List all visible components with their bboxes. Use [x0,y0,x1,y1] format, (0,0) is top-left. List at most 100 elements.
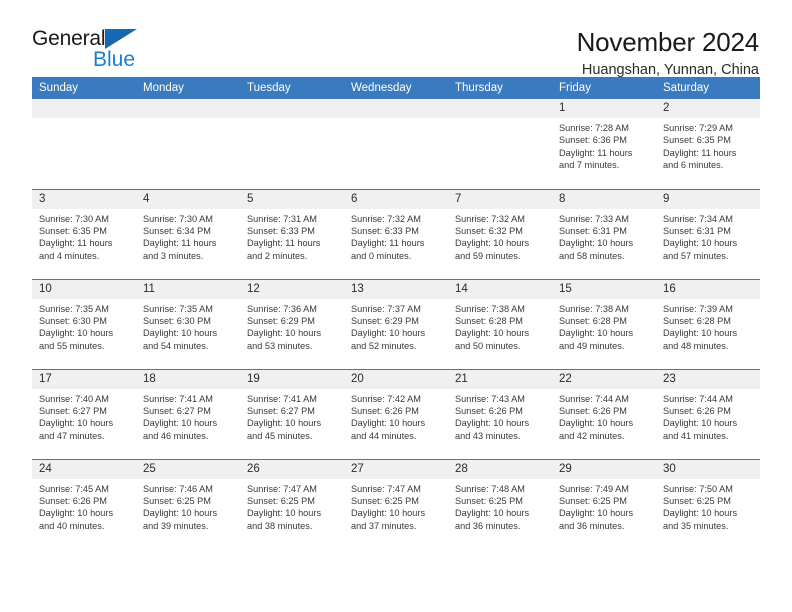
calendar-day-cell[interactable]: 9 Sunrise: 7:34 AM Sunset: 6:31 PM Daylight… [656,188,760,279]
day-details: Sunrise: 7:48 AM Sunset: 6:25 PM Daylight:… [448,479,552,533]
sunset-text: Sunset: 6:31 PM [559,225,627,236]
sunrise-text: Sunrise: 7:47 AM [247,483,317,494]
calendar-day-cell[interactable]: 5 Sunrise: 7:31 AM Sunset: 6:33 PM Daylight… [240,188,344,279]
calendar-day-cell[interactable]: 19 Sunrise: 7:41 AM Sunset: 6:27 PM Dayligh… [240,368,344,459]
sunrise-text: Sunrise: 7:43 AM [455,393,525,404]
sunset-text: Sunset: 6:33 PM [351,225,419,236]
day-number: 6 [344,189,448,209]
general-blue-logo[interactable]: General Blue [32,28,192,84]
sunrise-text: Sunrise: 7:45 AM [39,483,109,494]
day-number: 22 [552,369,656,389]
calendar-day-cell[interactable]: 21 Sunrise: 7:43 AM Sunset: 6:26 PM Dayligh… [448,368,552,459]
calendar-day-cell[interactable]: 11 Sunrise: 7:35 AM Sunset: 6:30 PM Dayligh… [136,278,240,369]
day-details: Sunrise: 7:41 AM Sunset: 6:27 PM Daylight:… [136,389,240,443]
calendar-day-cell[interactable]: 8 Sunrise: 7:33 AM Sunset: 6:31 PM Daylight… [552,188,656,279]
day-number [136,99,240,118]
day-number [32,99,136,118]
calendar-week-row: 3 Sunrise: 7:30 AM Sunset: 6:35 PM Daylight… [32,188,760,279]
calendar-day-cell[interactable]: 22 Sunrise: 7:44 AM Sunset: 6:26 PM Dayligh… [552,368,656,459]
day-number: 9 [656,189,760,209]
sunrise-text: Sunrise: 7:42 AM [351,393,421,404]
sunrise-text: Sunrise: 7:48 AM [455,483,525,494]
daylight-text: Daylight: 10 hours and 54 minutes. [143,328,218,351]
calendar-day-cell[interactable]: 15 Sunrise: 7:38 AM Sunset: 6:28 PM Dayligh… [552,278,656,369]
calendar-day-cell[interactable]: 4 Sunrise: 7:30 AM Sunset: 6:34 PM Daylight… [136,188,240,279]
sunset-text: Sunset: 6:25 PM [663,495,731,506]
day-number: 29 [552,459,656,479]
daylight-text: Daylight: 10 hours and 46 minutes. [143,418,218,441]
sunrise-text: Sunrise: 7:29 AM [663,123,733,133]
sunset-text: Sunset: 6:33 PM [247,225,315,236]
calendar-day-cell[interactable]: 28 Sunrise: 7:48 AM Sunset: 6:25 PM Dayligh… [448,458,552,549]
day-details: Sunrise: 7:35 AM Sunset: 6:30 PM Daylight:… [136,299,240,353]
sunset-text: Sunset: 6:25 PM [351,495,419,506]
day-details: Sunrise: 7:34 AM Sunset: 6:31 PM Daylight:… [656,209,760,263]
sunrise-sunset-calendar: Sunday Monday Tuesday Wednesday Thursday Frid… [32,77,760,549]
weekday-header-thursday: Thursday [448,77,552,99]
calendar-day-cell[interactable]: 20 Sunrise: 7:42 AM Sunset: 6:26 PM Dayligh… [344,368,448,459]
sunset-text: Sunset: 6:25 PM [455,495,523,506]
calendar-day-cell[interactable]: 24 Sunrise: 7:45 AM Sunset: 6:26 PM Dayligh… [32,458,136,549]
day-details: Sunrise: 7:41 AM Sunset: 6:27 PM Daylight:… [240,389,344,443]
sunrise-text: Sunrise: 7:38 AM [559,303,629,314]
calendar-day-cell[interactable]: 13 Sunrise: 7:37 AM Sunset: 6:29 PM Dayligh… [344,278,448,369]
day-number: 21 [448,369,552,389]
calendar-week-row: 10 Sunrise: 7:35 AM Sunset: 6:30 PM Dayligh… [32,278,760,369]
daylight-text: Daylight: 11 hours and 6 minutes. [663,147,737,171]
day-number: 3 [32,189,136,209]
day-number: 18 [136,369,240,389]
sunrise-text: Sunrise: 7:30 AM [143,213,213,224]
sunset-text: Sunset: 6:26 PM [39,495,107,506]
calendar-day-cell[interactable]: 27 Sunrise: 7:47 AM Sunset: 6:25 PM Dayligh… [344,458,448,549]
sunrise-text: Sunrise: 7:35 AM [39,303,109,314]
day-number: 2 [656,99,760,118]
calendar-day-cell[interactable]: 1 Sunrise: 7:28 AM Sunset: 6:36 PM Daylight… [552,99,656,189]
daylight-text: Daylight: 10 hours and 45 minutes. [247,418,322,441]
sunset-text: Sunset: 6:27 PM [143,405,211,416]
calendar-day-cell[interactable]: 12 Sunrise: 7:36 AM Sunset: 6:29 PM Dayligh… [240,278,344,369]
calendar-day-cell[interactable]: 25 Sunrise: 7:46 AM Sunset: 6:25 PM Dayligh… [136,458,240,549]
sunrise-text: Sunrise: 7:35 AM [143,303,213,314]
daylight-text: Daylight: 10 hours and 52 minutes. [351,328,426,351]
day-details: Sunrise: 7:30 AM Sunset: 6:34 PM Daylight:… [136,209,240,263]
calendar-day-cell[interactable]: 7 Sunrise: 7:32 AM Sunset: 6:32 PM Daylight… [448,188,552,279]
calendar-day-cell[interactable]: 14 Sunrise: 7:38 AM Sunset: 6:28 PM Dayligh… [448,278,552,369]
day-number: 1 [552,99,656,118]
calendar-day-cell[interactable]: 23 Sunrise: 7:44 AM Sunset: 6:26 PM Dayligh… [656,368,760,459]
weekday-header-saturday: Saturday [656,77,760,99]
day-details: Sunrise: 7:33 AM Sunset: 6:31 PM Daylight:… [552,209,656,263]
daylight-text: Daylight: 10 hours and 57 minutes. [663,238,738,261]
calendar-cell-empty [448,99,552,189]
calendar-day-cell[interactable]: 17 Sunrise: 7:40 AM Sunset: 6:27 PM Dayligh… [32,368,136,459]
day-details: Sunrise: 7:42 AM Sunset: 6:26 PM Daylight:… [344,389,448,443]
sunrise-text: Sunrise: 7:36 AM [247,303,317,314]
sunrise-text: Sunrise: 7:50 AM [663,483,733,494]
calendar-week-row: 1 Sunrise: 7:28 AM Sunset: 6:36 PM Daylight… [32,99,760,189]
calendar-day-cell[interactable]: 30 Sunrise: 7:50 AM Sunset: 6:25 PM Dayligh… [656,458,760,549]
calendar-day-cell[interactable]: 18 Sunrise: 7:41 AM Sunset: 6:27 PM Dayligh… [136,368,240,459]
calendar-day-cell[interactable]: 6 Sunrise: 7:32 AM Sunset: 6:33 PM Daylight… [344,188,448,279]
sunset-text: Sunset: 6:29 PM [351,315,419,326]
daylight-text: Daylight: 10 hours and 42 minutes. [559,418,634,441]
day-details: Sunrise: 7:47 AM Sunset: 6:25 PM Daylight:… [344,479,448,533]
calendar-day-cell[interactable]: 16 Sunrise: 7:39 AM Sunset: 6:28 PM Dayligh… [656,278,760,369]
calendar-day-cell[interactable]: 29 Sunrise: 7:49 AM Sunset: 6:25 PM Dayligh… [552,458,656,549]
day-number: 14 [448,279,552,299]
daylight-text: Daylight: 11 hours and 7 minutes. [559,147,633,171]
day-details: Sunrise: 7:44 AM Sunset: 6:26 PM Daylight:… [552,389,656,443]
sunrise-text: Sunrise: 7:41 AM [143,393,213,404]
day-number: 17 [32,369,136,389]
daylight-text: Daylight: 10 hours and 59 minutes. [455,238,530,261]
day-details: Sunrise: 7:45 AM Sunset: 6:26 PM Daylight:… [32,479,136,533]
sunrise-text: Sunrise: 7:33 AM [559,213,629,224]
calendar-day-cell[interactable]: 2 Sunrise: 7:29 AM Sunset: 6:35 PM Daylight… [656,99,760,189]
blue-triangle-icon [105,29,137,49]
calendar-day-cell[interactable]: 26 Sunrise: 7:47 AM Sunset: 6:25 PM Dayligh… [240,458,344,549]
day-number: 12 [240,279,344,299]
sunset-text: Sunset: 6:35 PM [663,135,731,146]
calendar-day-cell[interactable]: 3 Sunrise: 7:30 AM Sunset: 6:35 PM Daylight… [32,188,136,279]
day-details: Sunrise: 7:35 AM Sunset: 6:30 PM Daylight:… [32,299,136,353]
day-number: 26 [240,459,344,479]
calendar-day-cell[interactable]: 10 Sunrise: 7:35 AM Sunset: 6:30 PM Dayligh… [32,278,136,369]
day-number: 10 [32,279,136,299]
